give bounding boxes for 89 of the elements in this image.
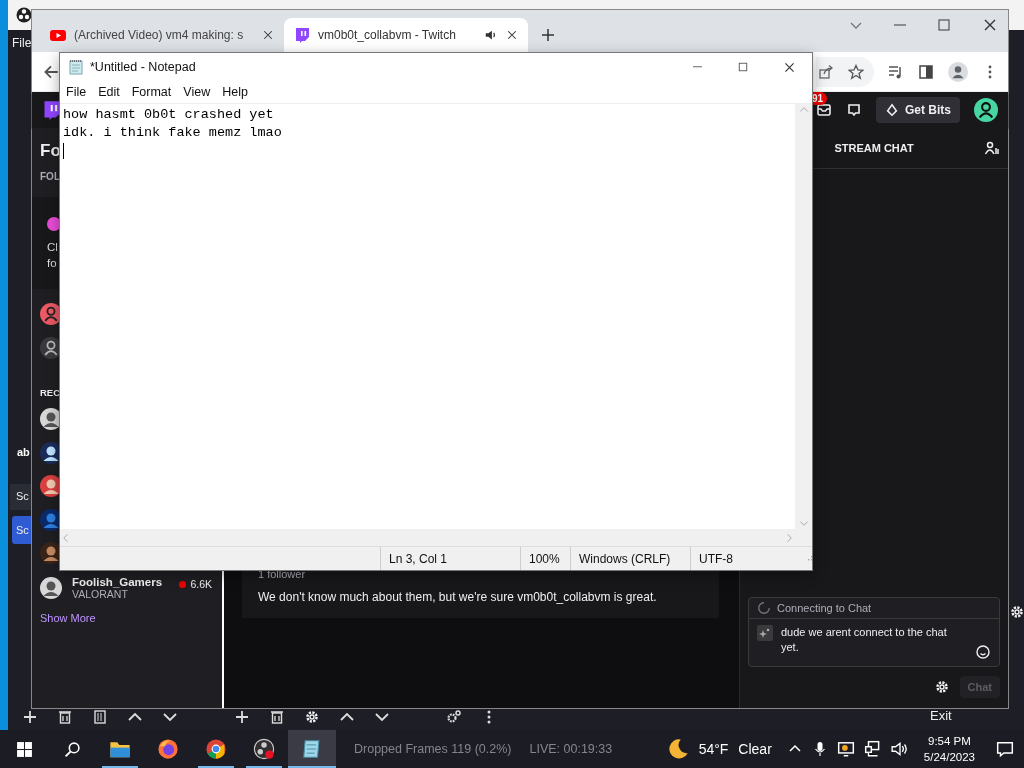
obs-status-text: Dropped Frames 119 (0.2%) <box>354 742 512 756</box>
twitch-icon <box>294 27 310 43</box>
line-endings: Windows (CRLF) <box>570 547 690 570</box>
minimize-icon <box>692 66 702 68</box>
channel-game: VALORANT <box>72 588 129 600</box>
channel-avatar[interactable] <box>40 577 62 599</box>
spinner-icon <box>757 601 771 615</box>
windows-icon <box>15 740 33 758</box>
user-avatar-icon <box>974 98 998 122</box>
menu-item[interactable]: View <box>178 83 216 101</box>
emoji-icon <box>975 644 991 660</box>
minimize-icon <box>894 24 906 26</box>
browser-tab[interactable]: (Archived Video) vm4 making: s <box>40 18 284 52</box>
back-icon <box>42 63 60 81</box>
show-more-link[interactable]: Show More <box>40 612 222 624</box>
zoom-level: 100% <box>520 547 570 570</box>
whispers-icon <box>846 102 862 118</box>
section-heading: REC <box>40 387 62 398</box>
section-heading: FOL <box>40 171 61 182</box>
menu-item[interactable]: File <box>61 83 92 101</box>
close-icon <box>782 60 796 74</box>
address-bar[interactable] <box>816 57 874 87</box>
maximize-icon <box>737 61 749 73</box>
menu-item[interactable]: Edit <box>93 83 125 101</box>
close-icon <box>262 29 274 41</box>
promo-text: fo <box>47 257 58 269</box>
close-icon <box>982 17 998 33</box>
sidebar-heading: Fo <box>40 141 62 161</box>
chat-title: STREAM CHAT <box>834 142 914 154</box>
trash-icon <box>269 709 285 725</box>
menu-item[interactable]: Format <box>126 83 177 101</box>
plus-icon <box>234 709 250 725</box>
obs-icon <box>253 738 275 760</box>
clock-date[interactable]: 5/24/2023 <box>923 749 975 765</box>
weather-condition: Clear <box>738 741 772 757</box>
horizontal-scrollbar[interactable] <box>60 529 795 546</box>
plus-icon <box>22 709 38 725</box>
settings-icon <box>933 679 950 695</box>
notepad-icon <box>68 59 84 75</box>
bits-icon <box>885 103 899 117</box>
scene-button[interactable]: Sc <box>12 516 32 544</box>
resize-grip-icon <box>807 556 812 561</box>
chat-status: Connecting to Chat <box>777 602 872 614</box>
firefox-icon <box>157 738 179 760</box>
sparkle-icon <box>757 625 773 641</box>
users-icon <box>984 140 1000 156</box>
share-icon <box>818 64 834 80</box>
encoding: UTF-8 <box>690 547 808 570</box>
taskbar-button[interactable] <box>288 730 336 768</box>
display-icon <box>836 740 855 758</box>
window-title: *Untitled - Notepad <box>90 60 196 74</box>
clock-time[interactable]: 9:54 PM <box>928 733 971 749</box>
menu-item[interactable]: Help <box>217 83 253 101</box>
vertical-scrollbar[interactable] <box>795 104 812 529</box>
panel-label: ab <box>17 446 30 458</box>
volume-icon <box>890 740 909 758</box>
settings-icon <box>304 709 320 725</box>
settings-icon <box>1009 604 1024 620</box>
get-bits-button[interactable]: Get Bits <box>876 97 960 123</box>
play-icon <box>50 27 66 43</box>
moon-icon <box>666 738 689 760</box>
trash-icon <box>57 709 73 725</box>
temperature: 54°F <box>698 741 729 757</box>
network-icon <box>863 740 882 758</box>
text-editor[interactable]: how hasmt 0b0t crashed yet idk. i think fake memz lmao <box>60 104 795 529</box>
close-icon <box>506 29 518 41</box>
exit-button[interactable]: Exit <box>930 708 952 723</box>
channel-bio: We don't know much about them, but we're sure vm0b0t_collabvm is great. <box>258 590 658 604</box>
inbox-icon <box>816 102 832 118</box>
profile-icon <box>948 62 968 82</box>
promo-text: Cl <box>47 241 59 253</box>
chat-input[interactable]: dude we arent connect to the chat yet. <box>749 618 999 666</box>
panel-title: Sc <box>10 484 32 510</box>
new-tab-icon <box>540 27 556 43</box>
chrome-icon <box>205 738 227 760</box>
star-icon <box>848 64 864 80</box>
maximize-icon <box>936 17 952 33</box>
notifications-icon <box>996 740 1014 758</box>
obs-status-text: LIVE: 00:19:33 <box>529 742 613 756</box>
obs-logo-icon <box>16 7 32 23</box>
menu-item[interactable]: File <box>12 36 32 50</box>
channel-name[interactable]: Foolish_Gamers <box>72 576 170 588</box>
viewer-count: 6.6K <box>190 578 212 590</box>
cursor-position: Ln 3, Col 1 <box>380 547 520 570</box>
browser-tab[interactable]: vm0b0t_collabvm - Twitch <box>284 18 528 52</box>
media-icon <box>888 64 904 80</box>
notepad-icon <box>301 738 323 760</box>
side-panel-icon <box>918 64 934 80</box>
search-icon <box>63 740 81 758</box>
